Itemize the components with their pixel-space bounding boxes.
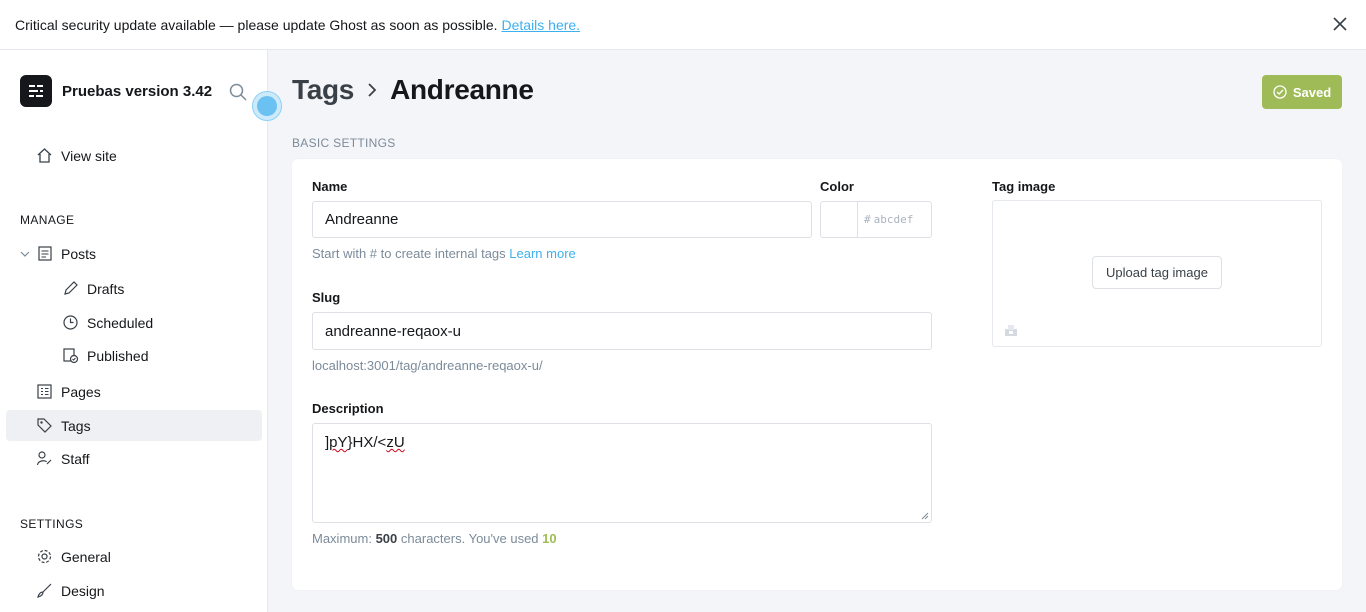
upload-tag-image-button[interactable]: Upload tag image: [1092, 256, 1222, 289]
learn-more-link[interactable]: Learn more: [509, 246, 575, 261]
tag-icon: [37, 418, 52, 433]
breadcrumb-tags-link[interactable]: Tags: [292, 74, 354, 106]
breadcrumb: Tags Andreanne: [292, 74, 534, 106]
nav-published-label: Published: [87, 347, 149, 364]
nav-drafts-label: Drafts: [87, 280, 125, 297]
chevron-down-icon[interactable]: [20, 250, 30, 258]
nav-published[interactable]: Published: [62, 347, 149, 364]
pages-icon: [37, 384, 52, 399]
name-hint: Start with # to create internal tags Lea…: [312, 246, 576, 261]
resize-handle-icon[interactable]: [921, 512, 929, 520]
site-title: Pruebas version 3.42: [62, 82, 213, 100]
description-text-part: }HX/<: [347, 434, 387, 451]
name-field[interactable]: Andreanne: [312, 201, 812, 238]
image-placeholder-icon: [1005, 325, 1017, 336]
close-icon[interactable]: [1332, 16, 1348, 32]
color-hash: #: [864, 213, 871, 226]
nav-view-site-label: View site: [61, 147, 117, 164]
settings-heading: SETTINGS: [20, 517, 84, 531]
save-button[interactable]: Saved: [1262, 75, 1342, 109]
tag-image-label: Tag image: [992, 179, 1056, 194]
update-banner: Critical security update available — ple…: [0, 0, 1366, 50]
posts-icon: [38, 246, 52, 261]
slug-field[interactable]: andreanne-reqaox-u: [312, 312, 932, 350]
color-placeholder: abcdef: [873, 213, 914, 226]
desc-max: 500: [375, 531, 398, 546]
nav-tags[interactable]: Tags: [36, 417, 91, 434]
nav-staff[interactable]: Staff: [36, 450, 90, 467]
color-input[interactable]: # abcdef: [820, 201, 932, 238]
slug-url: localhost:3001/tag/andreanne-reqaox-u/: [312, 358, 543, 373]
desc-hint-mid: characters. You've used: [400, 531, 539, 546]
name-hint-text: Start with # to create internal tags: [312, 246, 506, 261]
nav-tags-label: Tags: [61, 417, 91, 434]
nav-design[interactable]: Design: [36, 582, 105, 599]
manage-heading: MANAGE: [20, 213, 75, 227]
nav-drafts[interactable]: Drafts: [62, 280, 124, 297]
color-label: Color: [820, 179, 854, 194]
gear-icon: [37, 549, 52, 564]
search-icon[interactable]: [229, 83, 247, 101]
nav-scheduled[interactable]: Scheduled: [62, 314, 153, 331]
nav-pages[interactable]: Pages: [36, 383, 101, 400]
name-label: Name: [312, 179, 348, 194]
published-icon: [63, 348, 79, 364]
onboarding-pulse-indicator[interactable]: [252, 91, 282, 121]
nav-posts[interactable]: Posts: [36, 245, 96, 262]
ghost-logo-icon: [20, 75, 52, 107]
nav-general-label: General: [61, 548, 111, 565]
description-field[interactable]: ]pY}HX/<zU: [312, 423, 932, 523]
color-text-field[interactable]: # abcdef: [858, 202, 931, 237]
section-title: BASIC SETTINGS: [292, 136, 396, 150]
page-title: Andreanne: [390, 74, 534, 105]
nav-view-site[interactable]: View site: [36, 147, 117, 164]
clock-icon: [63, 315, 78, 330]
nav-design-label: Design: [61, 582, 105, 599]
nav-posts-label: Posts: [61, 245, 97, 262]
pencil-icon: [64, 281, 78, 295]
home-icon: [37, 148, 52, 163]
description-hint: Maximum: 500 characters. You've used 10: [312, 531, 557, 546]
sidebar: Pruebas version 3.42 View site MANAGE Po…: [0, 50, 268, 612]
chevron-right-icon: [368, 83, 377, 97]
slug-label: Slug: [312, 290, 341, 305]
save-button-label: Saved: [1292, 84, 1332, 100]
banner-details-link[interactable]: Details here.: [502, 17, 581, 33]
desc-used: 10: [542, 531, 557, 546]
nav-staff-label: Staff: [61, 450, 90, 467]
color-swatch[interactable]: [821, 202, 858, 237]
check-circle-icon: [1273, 85, 1287, 99]
banner-message: Critical security update available — ple…: [15, 16, 498, 33]
nav-pages-label: Pages: [61, 383, 101, 400]
nav-scheduled-label: Scheduled: [87, 314, 154, 331]
description-label: Description: [312, 401, 384, 416]
staff-icon: [36, 451, 52, 466]
nav-general[interactable]: General: [36, 548, 111, 565]
desc-hint-prefix: Maximum:: [312, 531, 372, 546]
brand[interactable]: Pruebas version 3.42: [20, 75, 212, 107]
description-text-part: zU: [386, 434, 405, 451]
description-text-part: pY: [329, 434, 348, 451]
brush-icon: [37, 583, 52, 598]
